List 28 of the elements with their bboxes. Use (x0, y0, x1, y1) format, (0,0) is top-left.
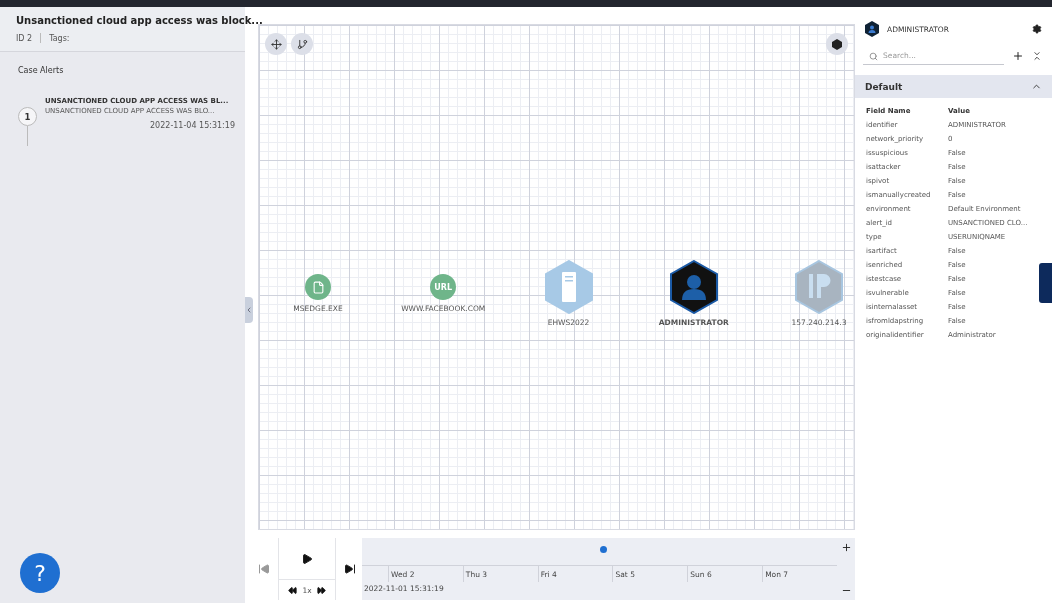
event-dot[interactable] (599, 546, 607, 553)
zoom-in-icon[interactable] (840, 542, 852, 553)
play-icon[interactable] (301, 552, 313, 565)
search-icon (869, 52, 878, 61)
skip-back-icon[interactable] (258, 563, 270, 575)
user-node-icon[interactable] (669, 260, 718, 314)
branch-icon[interactable] (291, 33, 313, 55)
settings-icon[interactable] (1032, 24, 1042, 34)
chevron-left-icon (245, 306, 253, 314)
user-hexagon-icon (865, 21, 879, 37)
server-node-icon[interactable] (544, 260, 593, 314)
section-heading: Case Alerts (17, 65, 65, 75)
help-button[interactable]: ? (20, 553, 60, 593)
collapse-handle[interactable] (245, 297, 253, 323)
add-icon[interactable] (1012, 50, 1024, 62)
section-header[interactable]: Default (855, 75, 1052, 98)
fast-forward-icon[interactable] (316, 585, 326, 595)
case-title: Unsanctioned cloud app access was block... (16, 15, 263, 26)
skip-forward-icon[interactable] (344, 563, 356, 575)
tags-label: Tags: (49, 33, 70, 43)
case-id: ID 2 (16, 33, 33, 43)
ip-node-icon[interactable] (795, 260, 843, 314)
rewind-icon[interactable] (288, 585, 298, 595)
alert-number[interactable]: 1 (18, 107, 37, 126)
alert-time: 2022-11-04 15:31:19 (150, 121, 235, 130)
file-node-icon[interactable] (305, 274, 331, 300)
move-icon[interactable] (265, 33, 287, 55)
collapse-all-icon[interactable] (1032, 51, 1042, 61)
